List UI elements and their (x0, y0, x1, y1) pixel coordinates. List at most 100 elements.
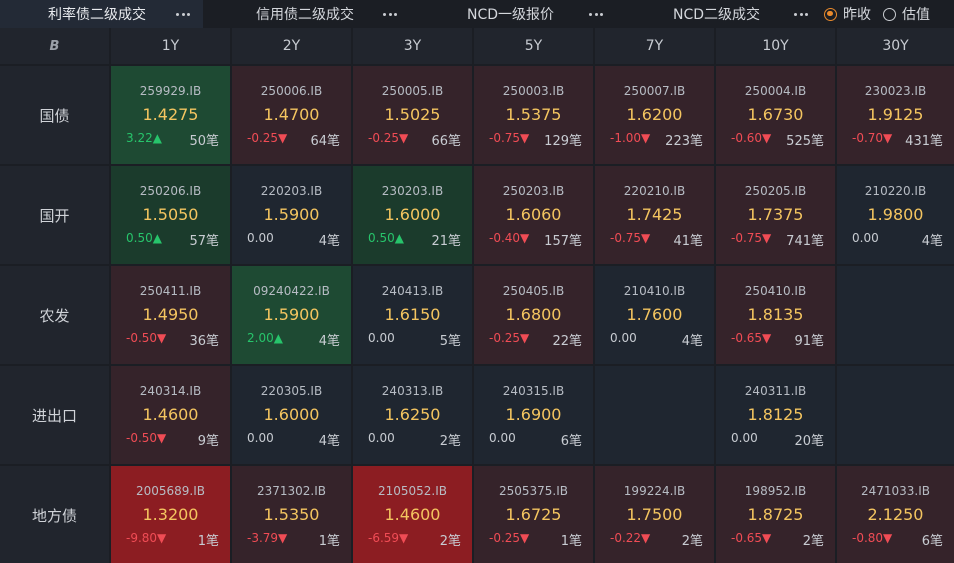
quote-cell[interactable]: 250206.IB 1.5050 0.50▲ 57笔 (111, 166, 230, 264)
yield-change: -0.50▼ (126, 431, 167, 445)
bond-yield: 1.6725 (505, 505, 562, 524)
column-header-2y: 2Y (232, 28, 351, 64)
quote-cell[interactable]: 220305.IB 1.6000 0.00 4笔 (232, 366, 351, 464)
quote-cell[interactable]: 230023.IB 1.9125 -0.70▼ 431笔 (837, 66, 954, 164)
bond-code: 240313.IB (381, 384, 444, 398)
corner-header: B (0, 28, 109, 64)
tab-more-icon[interactable] (172, 0, 194, 28)
bond-yield: 1.5350 (263, 505, 320, 524)
tab-more-icon[interactable] (790, 0, 812, 28)
quote-cell[interactable]: 2105052.IB 1.4600 -6.59▼ 2笔 (353, 466, 472, 563)
quote-cell[interactable]: 198952.IB 1.8725 -0.65▼ 2笔 (716, 466, 835, 563)
bond-code: 2371302.IB (256, 484, 327, 498)
quote-cell[interactable]: 250007.IB 1.6200 -1.00▼ 223笔 (595, 66, 714, 164)
quote-cell[interactable]: 199224.IB 1.7500 -0.22▼ 2笔 (595, 466, 714, 563)
bond-code: 220203.IB (260, 184, 323, 198)
bond-code: 240315.IB (502, 384, 565, 398)
bond-yield: 1.8135 (747, 305, 804, 324)
tab-more-icon[interactable] (379, 0, 401, 28)
yield-change: -0.40▼ (489, 231, 530, 245)
bond-yield: 2.1250 (867, 505, 924, 524)
bond-yield: 1.6060 (505, 205, 562, 224)
quote-cell[interactable]: 250411.IB 1.4950 -0.50▼ 36笔 (111, 266, 230, 364)
trade-count: 2笔 (439, 434, 461, 449)
bond-yield: 1.5900 (263, 305, 320, 324)
tab-ncd-secondary-trades[interactable]: NCD二级成交 (620, 0, 812, 28)
quote-cell[interactable]: 250004.IB 1.6730 -0.60▼ 525笔 (716, 66, 835, 164)
trade-count: 1笔 (197, 534, 219, 549)
bond-code: 198952.IB (744, 484, 807, 498)
quote-cell[interactable]: 259929.IB 1.4275 3.22▲ 50笔 (111, 66, 230, 164)
quote-cell[interactable]: 220210.IB 1.7425 -0.75▼ 41笔 (595, 166, 714, 264)
quote-cell[interactable]: 240313.IB 1.6250 0.00 2笔 (353, 366, 472, 464)
yield-change: 0.00 (489, 431, 516, 445)
trade-count: 2笔 (439, 534, 461, 549)
quote-cell[interactable]: 2371302.IB 1.5350 -3.79▼ 1笔 (232, 466, 351, 563)
bond-code: 259929.IB (139, 84, 202, 98)
quote-cell[interactable]: 2471033.IB 2.1250 -0.80▼ 6笔 (837, 466, 954, 563)
bond-yield: 1.6000 (263, 405, 320, 424)
radio-label: 估值 (902, 7, 930, 23)
tab-more-icon[interactable] (585, 0, 607, 28)
quote-cell[interactable]: 250005.IB 1.5025 -0.25▼ 66笔 (353, 66, 472, 164)
quote-cell[interactable]: 09240422.IB 1.5900 2.00▲ 4笔 (232, 266, 351, 364)
tab-label: NCD一级报价 (467, 7, 555, 23)
quote-cell[interactable]: 2005689.IB 1.3200 -9.80▼ 1笔 (111, 466, 230, 563)
quote-cell[interactable]: 240314.IB 1.4600 -0.50▼ 9笔 (111, 366, 230, 464)
yield-change: -0.25▼ (489, 531, 530, 545)
yield-change: 0.00 (368, 331, 395, 345)
row-label: 国债 (0, 66, 109, 164)
quote-cell[interactable]: 250203.IB 1.6060 -0.40▼ 157笔 (474, 166, 593, 264)
yield-change: -0.75▼ (610, 231, 651, 245)
quote-cell[interactable]: 230203.IB 1.6000 0.50▲ 21笔 (353, 166, 472, 264)
bond-code: 210220.IB (864, 184, 927, 198)
quote-cell[interactable]: 240311.IB 1.8125 0.00 20笔 (716, 366, 835, 464)
trade-count: 91笔 (794, 334, 824, 349)
tab-label: 利率债二级成交 (48, 7, 146, 23)
trade-count: 4笔 (681, 334, 703, 349)
bond-code: 250206.IB (139, 184, 202, 198)
bond-yield: 1.8125 (747, 405, 804, 424)
bond-yield: 1.6200 (626, 105, 683, 124)
quote-cell[interactable]: 250410.IB 1.8135 -0.65▼ 91笔 (716, 266, 835, 364)
bond-code: 2505375.IB (498, 484, 569, 498)
trade-count: 4笔 (318, 434, 340, 449)
bond-code: 250005.IB (381, 84, 444, 98)
trade-count: 2笔 (802, 534, 824, 549)
yield-change: 0.00 (247, 431, 274, 445)
quote-cell[interactable]: 240413.IB 1.6150 0.00 5笔 (353, 266, 472, 364)
yield-change: 0.00 (368, 431, 395, 445)
yield-change: -1.00▼ (610, 131, 651, 145)
bond-code: 230023.IB (864, 84, 927, 98)
quote-cell[interactable]: 210220.IB 1.9800 0.00 4笔 (837, 166, 954, 264)
empty-cell (837, 366, 954, 464)
quote-cell[interactable]: 240315.IB 1.6900 0.00 6笔 (474, 366, 593, 464)
bond-code: 240314.IB (139, 384, 202, 398)
quote-cell[interactable]: 2505375.IB 1.6725 -0.25▼ 1笔 (474, 466, 593, 563)
trade-count: 525笔 (786, 134, 824, 149)
yield-change: -0.70▼ (852, 131, 893, 145)
radio-prev-close[interactable]: 昨收 (824, 0, 871, 28)
quote-cell[interactable]: 250003.IB 1.5375 -0.75▼ 129笔 (474, 66, 593, 164)
bond-code: 250405.IB (502, 284, 565, 298)
bond-code: 2105052.IB (377, 484, 448, 498)
trade-count: 41笔 (673, 234, 703, 249)
trade-count: 5笔 (439, 334, 461, 349)
bond-yield: 1.6900 (505, 405, 562, 424)
quote-cell[interactable]: 220203.IB 1.5900 0.00 4笔 (232, 166, 351, 264)
empty-cell (595, 366, 714, 464)
bond-yield: 1.5050 (142, 205, 199, 224)
bond-code: 250205.IB (744, 184, 807, 198)
quote-cell[interactable]: 250205.IB 1.7375 -0.75▼ 741笔 (716, 166, 835, 264)
tab-label: 信用债二级成交 (256, 7, 354, 23)
yield-grid: B 1Y 2Y 3Y 5Y 7Y 10Y 30Y 国债 259929.IB 1.42… (0, 28, 954, 563)
empty-cell (837, 266, 954, 364)
quote-cell[interactable]: 250006.IB 1.4700 -0.25▼ 64笔 (232, 66, 351, 164)
quote-cell[interactable]: 250405.IB 1.6800 -0.25▼ 22笔 (474, 266, 593, 364)
bond-yield: 1.6730 (747, 105, 804, 124)
quote-cell[interactable]: 210410.IB 1.7600 0.00 4笔 (595, 266, 714, 364)
radio-valuation[interactable]: 估值 (883, 0, 930, 28)
yield-change: 0.00 (247, 231, 274, 245)
yield-change: -0.22▼ (610, 531, 651, 545)
bond-yield: 1.6250 (384, 405, 441, 424)
